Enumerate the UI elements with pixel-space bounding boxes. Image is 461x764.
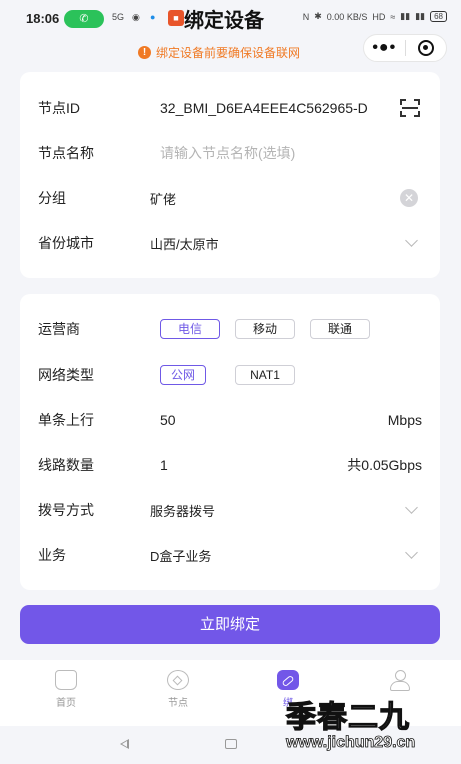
business-label: 业务 xyxy=(38,547,66,563)
tab-node-label: 节点 xyxy=(168,698,188,709)
node-name-label: 节点名称 xyxy=(38,145,94,161)
close-miniprogram-button[interactable] xyxy=(405,40,446,56)
status-bar: 18:06 ✆ 5G ◉ ● ■ 绑定设备 N ✱ 0.00 KB/S HD ≈… xyxy=(0,0,461,38)
carrier-option-telecom[interactable]: 电信 xyxy=(160,319,220,339)
home-icon xyxy=(55,670,77,690)
line-total: 共0.05Gbps xyxy=(347,457,422,473)
chevron-down-icon[interactable] xyxy=(405,234,418,247)
page-title: 绑定设备 xyxy=(184,10,264,32)
watermark-url: www.jichun29.cn xyxy=(286,734,416,752)
upload-unit: Mbps xyxy=(387,412,422,428)
user-icon xyxy=(389,670,411,691)
back-icon[interactable] xyxy=(120,739,129,749)
tab-home[interactable]: 首页 xyxy=(36,670,96,709)
watermark-title: 季春二九 xyxy=(285,700,410,734)
qq-icon: ● xyxy=(150,12,156,22)
bind-now-button[interactable]: 立即绑定 xyxy=(20,605,440,644)
wifi-icon: ≈ xyxy=(390,11,396,22)
scan-icon[interactable] xyxy=(400,99,420,117)
app-icon: ◉ xyxy=(132,12,140,22)
network-type-row: 网络类型 公网 NAT1 xyxy=(20,360,440,390)
upload-label: 单条上行 xyxy=(38,412,94,428)
status-time: 18:06 xyxy=(26,11,60,26)
line-count-input[interactable]: 1 xyxy=(160,457,168,473)
network-option-public[interactable]: 公网 xyxy=(160,365,206,385)
net-speed: 0.00 KB/S xyxy=(326,11,368,22)
network-option-nat1[interactable]: NAT1 xyxy=(235,365,295,385)
group-label: 分组 xyxy=(38,190,66,206)
dial-mode-row[interactable]: 拨号方式 服务器拨号 xyxy=(20,495,440,525)
device-info-card: 节点ID 32_BMI_D6EA4EEE4C562965-D 节点名称 请输入节… xyxy=(20,72,440,278)
node-id-value[interactable]: 32_BMI_D6EA4EEE4C562965-D xyxy=(160,100,368,116)
tab-user[interactable] xyxy=(370,670,430,694)
hd-icon: HD xyxy=(372,11,386,22)
city-row[interactable]: 省份城市 山西/太原市 xyxy=(20,228,440,258)
home-button-icon[interactable] xyxy=(225,739,237,749)
chevron-down-icon[interactable] xyxy=(405,501,418,514)
warning-icon: ! xyxy=(138,46,151,59)
dial-mode-label: 拨号方式 xyxy=(38,502,94,518)
node-name-input[interactable]: 请输入节点名称(选填) xyxy=(160,143,295,163)
upload-input[interactable]: 50 xyxy=(160,412,176,428)
bluetooth-icon: ✱ xyxy=(314,11,322,21)
signal-2-icon: ▮▮ xyxy=(415,11,426,21)
watermark: 季春二九 www.jichun29.cn xyxy=(285,692,456,756)
more-icon[interactable]: •●• xyxy=(364,38,405,58)
app-badge-icon: ■ xyxy=(168,10,184,26)
node-id-row: 节点ID 32_BMI_D6EA4EEE4C562965-D xyxy=(20,93,440,123)
network-config-card: 运营商 电信 移动 联通 网络类型 公网 NAT1 单条上行 50 Mbps 线… xyxy=(20,294,440,590)
sim-icon: 5G xyxy=(112,12,125,22)
tab-node[interactable]: 节点 xyxy=(148,670,208,709)
network-type-label: 网络类型 xyxy=(38,367,94,383)
group-row[interactable]: 分组 矿佬 ✕ xyxy=(20,183,440,213)
carrier-option-unicom[interactable]: 联通 xyxy=(310,319,370,339)
node-name-row: 节点名称 请输入节点名称(选填) xyxy=(20,138,440,168)
line-count-label: 线路数量 xyxy=(38,457,94,473)
city-label: 省份城市 xyxy=(38,235,94,251)
signal-icon: ▮▮ xyxy=(400,11,411,21)
tab-home-label: 首页 xyxy=(56,698,76,709)
miniprogram-capsule: •●• xyxy=(363,34,447,62)
carrier-row: 运营商 电信 移动 联通 xyxy=(20,314,440,344)
business-value[interactable]: D盒子业务 xyxy=(150,546,211,565)
chevron-down-icon[interactable] xyxy=(405,546,418,559)
upload-row: 单条上行 50 Mbps xyxy=(20,405,440,435)
carrier-label: 运营商 xyxy=(38,321,80,337)
notice-text: 绑定设备前要确保设备联网 xyxy=(156,46,301,60)
group-value[interactable]: 矿佬 xyxy=(150,189,176,208)
battery-icon: 68 xyxy=(430,11,447,22)
city-value[interactable]: 山西/太原市 xyxy=(150,234,219,253)
target-icon xyxy=(417,40,434,56)
node-id-label: 节点ID xyxy=(38,100,80,116)
call-icon[interactable]: ✆ xyxy=(64,10,104,28)
carrier-option-mobile[interactable]: 移动 xyxy=(235,319,295,339)
dial-mode-value[interactable]: 服务器拨号 xyxy=(150,501,215,520)
status-indicators: N ✱ 0.00 KB/S HD ≈ ▮▮ ▮▮ 68 xyxy=(303,11,447,22)
nfc-icon: N xyxy=(302,11,310,22)
node-icon xyxy=(167,670,189,690)
bind-icon xyxy=(277,670,299,690)
line-count-row: 线路数量 1 共0.05Gbps xyxy=(20,450,440,480)
business-row[interactable]: 业务 D盒子业务 xyxy=(20,540,440,570)
clear-icon[interactable]: ✕ xyxy=(400,189,418,207)
